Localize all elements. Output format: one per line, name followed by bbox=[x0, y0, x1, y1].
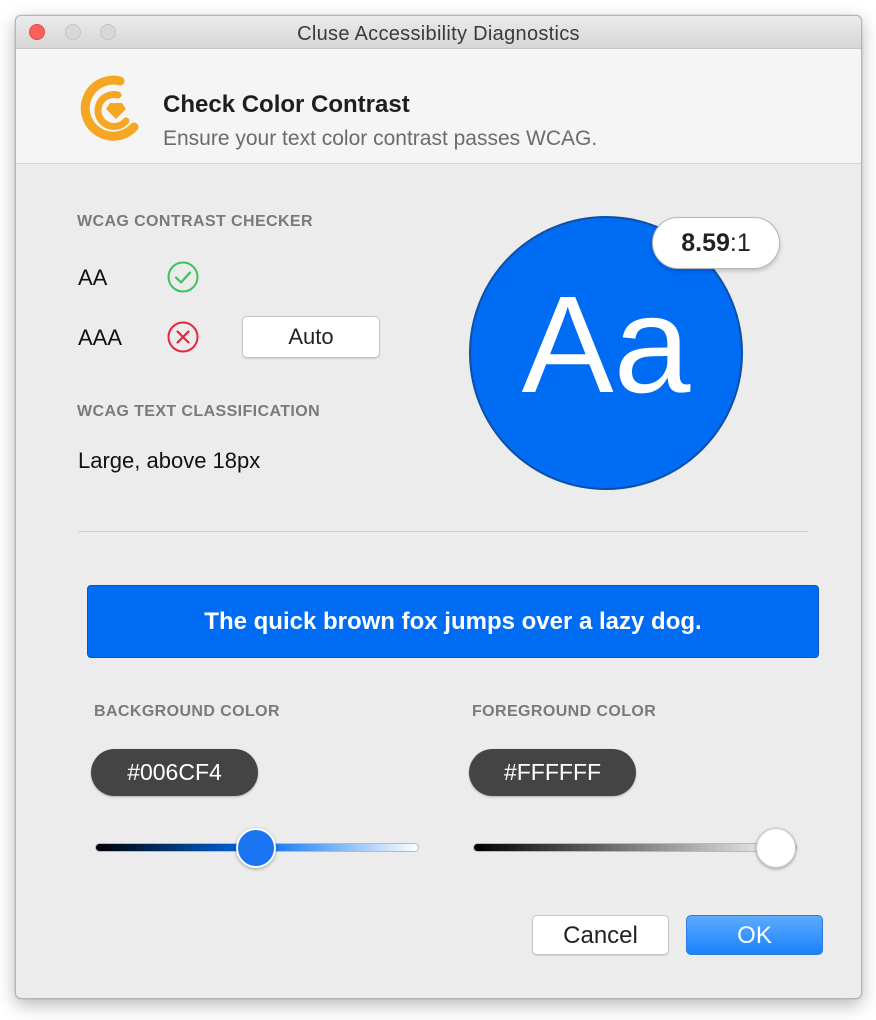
aa-level-label: AA bbox=[78, 265, 108, 290]
text-classification-value: Large, above 18px bbox=[78, 448, 261, 473]
preview-sample-text: Aa bbox=[521, 268, 691, 422]
title-bar: Cluse Accessibility Diagnostics bbox=[16, 16, 861, 49]
foreground-color-slider[interactable] bbox=[473, 843, 797, 852]
sample-text-banner: The quick brown fox jumps over a lazy do… bbox=[87, 585, 819, 658]
window-title: Cluse Accessibility Diagnostics bbox=[297, 23, 580, 45]
check-circle-icon bbox=[166, 260, 200, 294]
contrast-ratio-badge: 8.59:1 bbox=[652, 217, 780, 269]
contrast-checker-label: WCAG CONTRAST CHECKER bbox=[77, 213, 313, 230]
foreground-hex-field[interactable]: #FFFFFF bbox=[469, 749, 636, 796]
cancel-button[interactable]: Cancel bbox=[532, 915, 669, 955]
contrast-ratio-suffix: :1 bbox=[729, 229, 751, 257]
header-subtitle: Ensure your text color contrast passes W… bbox=[163, 127, 598, 150]
cluse-logo-icon bbox=[74, 71, 140, 141]
contrast-ratio-value: 8.59 bbox=[681, 229, 730, 257]
foreground-color-label: FOREGROUND COLOR bbox=[472, 703, 657, 720]
section-divider bbox=[78, 531, 808, 532]
foreground-slider-thumb[interactable] bbox=[756, 828, 796, 868]
header-title: Check Color Contrast bbox=[163, 91, 410, 118]
background-hex-field[interactable]: #006CF4 bbox=[91, 749, 258, 796]
x-circle-icon bbox=[166, 320, 200, 354]
background-slider-thumb[interactable] bbox=[236, 828, 276, 868]
dialog-header: Check Color Contrast Ensure your text co… bbox=[16, 49, 861, 164]
text-classification-label: WCAG TEXT CLASSIFICATION bbox=[77, 403, 321, 420]
background-color-label: BACKGROUND COLOR bbox=[94, 703, 280, 720]
aaa-level-label: AAA bbox=[78, 325, 123, 350]
ok-button[interactable]: OK bbox=[686, 915, 823, 955]
dialog-window: Cluse Accessibility Diagnostics Check Co… bbox=[15, 15, 862, 999]
auto-fix-button[interactable]: Auto bbox=[242, 316, 380, 358]
